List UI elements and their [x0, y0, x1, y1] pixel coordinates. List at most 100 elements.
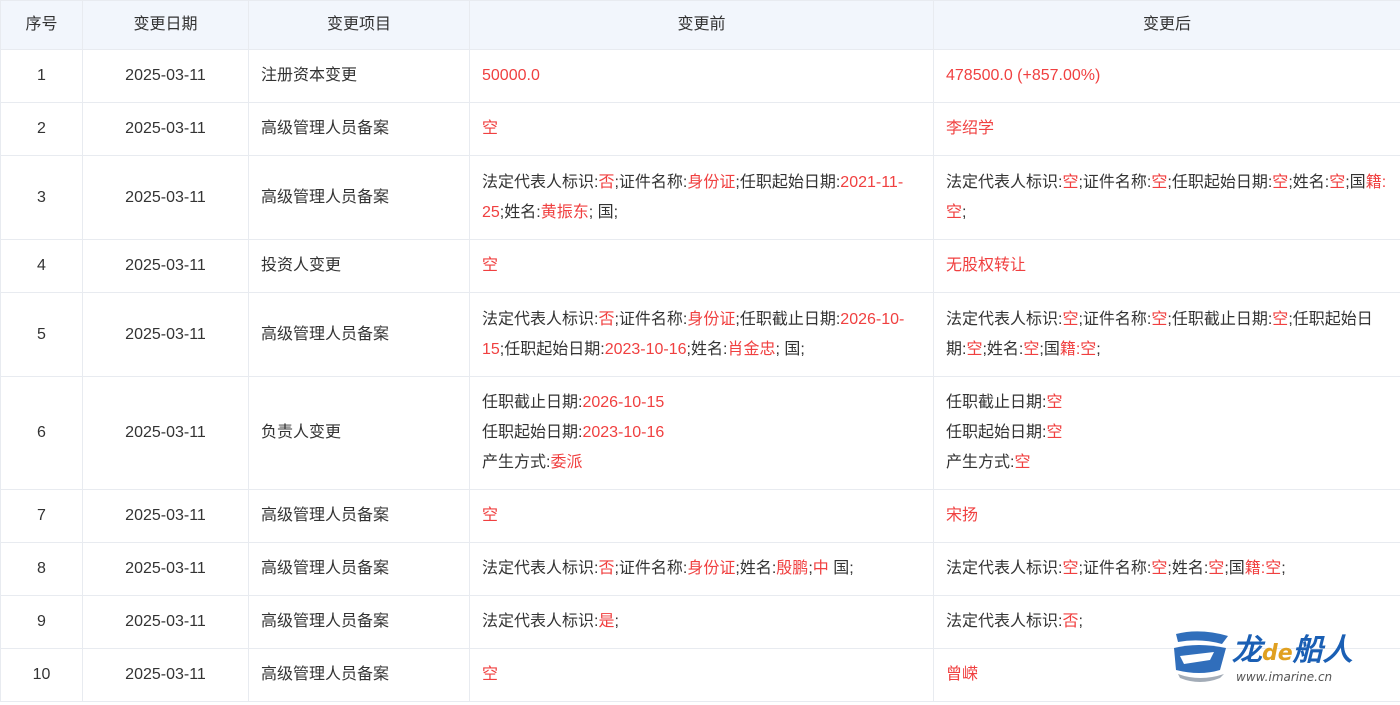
field-label: ;姓名:	[686, 340, 728, 358]
row-before-value: 空	[469, 239, 934, 293]
field-label: ;	[1096, 340, 1101, 358]
field-label: ;证件名称:	[1078, 560, 1152, 577]
table-row: 5 2025-03-11 高级管理人员备案 法定代表人标识:否;证件名称:身份证;任职…	[0, 292, 1400, 377]
row-after-value: 无股权转让	[933, 239, 1400, 293]
header-change-date: 变更日期	[82, 0, 249, 50]
field-label: ;国	[1345, 173, 1366, 191]
table-row: 10 2025-03-11 高级管理人员备案空 曾嵘	[0, 648, 1400, 702]
row-change-item: 高级管理人员备案	[248, 542, 470, 596]
row-index: 9	[0, 595, 83, 649]
field-label: ;姓名:	[499, 203, 541, 221]
before-line: 空	[482, 257, 498, 274]
row-before-value: 空	[469, 489, 934, 543]
row-after-value: 法定代表人标识:空;证件名称:空;任职起始日期:空;姓名:空;国籍:空;	[933, 155, 1400, 240]
after-line: 法定代表人标识:否;	[946, 613, 1083, 630]
row-change-date: 2025-03-11	[82, 292, 249, 377]
before-line: 任职截止日期:2026-10-15	[482, 388, 921, 418]
row-before-value: 法定代表人标识:否;证件名称:身份证;姓名:殷鹏;中 国;	[469, 542, 934, 596]
row-after-value: 曾嵘	[933, 648, 1400, 702]
highlight-value: 2023-10-16	[582, 424, 665, 441]
table-row: 6 2025-03-11 负责人变更 任职截止日期:2026-10-15 任职起始日期:…	[0, 376, 1400, 490]
row-before-value: 50000.0	[469, 49, 934, 103]
highlight-value: 空	[1046, 394, 1063, 411]
row-before-value: 空	[469, 102, 934, 156]
before-line: 法定代表人标识:否;证件名称:身份证;任职起始日期:2021-11-25;姓名:…	[482, 174, 903, 221]
highlight-value: 籍:空	[1059, 340, 1097, 358]
highlight-value: 否	[598, 560, 615, 577]
table-row: 9 2025-03-11 高级管理人员备案 法定代表人标识:是; 法定代表人标识:否;	[0, 595, 1400, 649]
highlight-value: 委派	[550, 454, 583, 471]
highlight-value: 空	[1062, 310, 1079, 328]
field-label: ;国	[1224, 560, 1245, 577]
highlight-value: 空	[482, 666, 499, 683]
header-index: 序号	[0, 0, 83, 50]
field-label: ;证件名称:	[1078, 310, 1152, 328]
row-after-value: 任职截止日期:空 任职起始日期:空 产生方式:空	[933, 376, 1400, 490]
row-after-value: 李绍学	[933, 102, 1400, 156]
highlight-value: 478500.0 (+857.00%)	[946, 67, 1101, 84]
row-change-date: 2025-03-11	[82, 542, 249, 596]
highlight-value: 2023-10-16	[604, 340, 687, 358]
row-change-item: 高级管理人员备案	[248, 648, 470, 702]
row-index: 5	[0, 292, 83, 377]
field-label: ;姓名:	[982, 340, 1024, 358]
highlight-value: 空	[1062, 173, 1079, 191]
row-change-date: 2025-03-11	[82, 155, 249, 240]
table-row: 1 2025-03-11 注册资本变更 50000.0 478500.0 (+857.0…	[0, 49, 1400, 103]
highlight-value: 殷鹏	[776, 560, 809, 577]
field-label: ; 国;	[588, 203, 619, 221]
field-label: 法定代表人标识:	[946, 613, 1063, 630]
after-line: 478500.0 (+857.00%)	[946, 67, 1100, 84]
highlight-value: 空	[482, 257, 499, 274]
field-label: ;姓名:	[1167, 560, 1209, 577]
field-label: 任职截止日期:	[482, 394, 583, 411]
after-line: 法定代表人标识:空;证件名称:空;任职截止日期:空;任职起始日期:空;姓名:空;…	[946, 311, 1373, 358]
highlight-value: 空	[1272, 310, 1289, 328]
row-change-item: 负责人变更	[248, 376, 470, 490]
field-label: ;证件名称:	[614, 310, 688, 328]
highlight-value: 空	[482, 507, 499, 524]
table-row: 7 2025-03-11 高级管理人员备案空 宋扬	[0, 489, 1400, 543]
highlight-value: 空	[1151, 173, 1168, 191]
change-record-table: 序号 变更日期 变更项目 变更前 变更后 1 2025-03-11 注册资本变更 50…	[0, 0, 1400, 702]
field-label: 法定代表人标识:	[482, 310, 599, 328]
table-row: 8 2025-03-11 高级管理人员备案 法定代表人标识:否;证件名称:身份证;姓名…	[0, 542, 1400, 596]
field-label: 法定代表人标识:	[482, 173, 599, 191]
highlight-value: 李绍学	[946, 120, 995, 137]
row-change-item: 高级管理人员备案	[248, 155, 470, 240]
row-before-value: 法定代表人标识:否;证件名称:身份证;任职截止日期:2026-10-15;任职起…	[469, 292, 934, 377]
before-line: 空	[482, 507, 498, 524]
field-label: ;任职截止日期:	[1167, 310, 1273, 328]
highlight-value: 否	[1062, 613, 1079, 630]
highlight-value: 空	[1151, 310, 1168, 328]
field-label: ;国	[1039, 340, 1060, 358]
field-label: 产生方式:	[946, 454, 1015, 471]
before-line: 法定代表人标识:是;	[482, 613, 619, 630]
field-label: 法定代表人标识:	[946, 560, 1063, 577]
field-label: ;姓名:	[1288, 173, 1330, 191]
field-label: ;	[962, 203, 967, 221]
after-line: 宋扬	[946, 507, 978, 524]
field-label: ;姓名:	[735, 560, 777, 577]
highlight-value: 空	[1329, 173, 1346, 191]
field-label: 国;	[828, 560, 854, 577]
table-header-row: 序号 变更日期 变更项目 变更前 变更后	[0, 0, 1400, 50]
field-label: ;证件名称:	[1078, 173, 1152, 191]
row-after-value: 法定代表人标识:空;证件名称:空;任职截止日期:空;任职起始日期:空;姓名:空;…	[933, 292, 1400, 377]
row-index: 4	[0, 239, 83, 293]
before-line: 空	[482, 120, 498, 137]
row-index: 1	[0, 49, 83, 103]
row-index: 6	[0, 376, 83, 490]
highlight-value: 籍:空	[1244, 560, 1282, 577]
after-line: 法定代表人标识:空;证件名称:空;任职起始日期:空;姓名:空;国籍:空;	[946, 174, 1386, 221]
highlight-value: 50000.0	[482, 67, 540, 84]
field-label: ;任职起始日期:	[499, 340, 605, 358]
field-label: ;	[1078, 613, 1083, 630]
before-line: 法定代表人标识:否;证件名称:身份证;姓名:殷鹏;中 国;	[482, 560, 854, 577]
highlight-value: 身份证	[687, 310, 736, 328]
table-row: 4 2025-03-11 投资人变更空 无股权转让	[0, 239, 1400, 293]
highlight-value: 身份证	[687, 560, 736, 577]
highlight-value: 否	[598, 310, 615, 328]
highlight-value: 曾嵘	[946, 666, 979, 683]
after-line: 曾嵘	[946, 666, 978, 683]
